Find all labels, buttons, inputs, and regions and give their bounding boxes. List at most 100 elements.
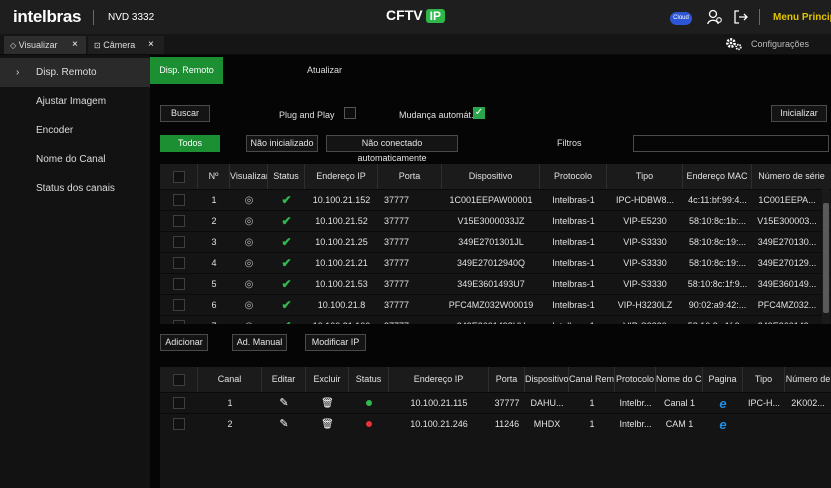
cell-ip: 10.100.21.53	[315, 279, 368, 289]
table-row[interactable]: 6 ◎ ✔ 10.100.21.8 37777 PFC4MZ032W00019 Intelb…	[160, 294, 831, 315]
filter-todos-button[interactable]: Todos	[160, 135, 220, 152]
filter-input[interactable]	[633, 135, 829, 152]
column-header: Dispositivo	[442, 164, 540, 189]
mudanca-checkbox[interactable]: ✓	[473, 107, 485, 119]
cloud-icon[interactable]: Cloud	[670, 12, 692, 25]
table-row[interactable]: 1 ✎ 🗑 10.100.21.115 37777 DAHU... 1 Intelbr... C…	[160, 392, 831, 413]
divider	[759, 9, 760, 25]
select-all-checkbox[interactable]	[173, 171, 185, 183]
cell-tipo: VIP-H3230LZ	[617, 300, 673, 310]
header-checkbox-cell	[160, 367, 198, 392]
column-header: Excluir	[306, 367, 349, 392]
sidebar-item-encoder[interactable]: Encoder	[0, 116, 150, 145]
column-header: Tipo	[607, 164, 683, 189]
column-header: Porta	[489, 367, 525, 392]
eye-icon[interactable]: ◎	[230, 232, 268, 253]
sidebar-item-disp-remoto[interactable]: › Disp. Remoto	[0, 58, 150, 87]
plug-and-play-checkbox[interactable]	[344, 107, 356, 119]
cell-tipo: VIP-S3330	[623, 258, 667, 268]
trash-icon[interactable]: 🗑	[306, 414, 349, 435]
tab-bar: ◇ Visualizar × ⊡ Câmera ×	[0, 34, 831, 54]
filter-nao-conectado-button[interactable]: Não conectado automaticamente	[326, 135, 458, 163]
eye-icon[interactable]: ◎	[230, 253, 268, 274]
select-all-checkbox[interactable]	[173, 374, 185, 386]
row-checkbox[interactable]	[173, 320, 185, 324]
row-checkbox[interactable]	[173, 418, 185, 430]
subtab-atualizar[interactable]: Atualizar	[296, 57, 353, 84]
tab-camera[interactable]: ⊡ Câmera ×	[88, 36, 164, 54]
cell-serie: PFC4MZ032...	[757, 300, 817, 310]
row-checkbox[interactable]	[173, 215, 185, 227]
column-header: Tipo	[743, 367, 785, 392]
cell-mac: 58:10:8c:19:...	[688, 258, 747, 268]
row-checkbox[interactable]	[173, 236, 185, 248]
eye-icon: ◇	[10, 41, 17, 50]
row-checkbox[interactable]	[173, 257, 185, 269]
cell-serie: V15E300003...	[757, 216, 817, 226]
cell-serie: 349E270130...	[757, 237, 817, 247]
logout-icon[interactable]	[733, 9, 749, 25]
sidebar-item-label: Nome do Canal	[36, 154, 106, 165]
cell-mac: 58:10:8c:1b:...	[688, 216, 747, 226]
tab-visualizar[interactable]: ◇ Visualizar ×	[4, 36, 86, 54]
cell-porta: 37777	[384, 300, 410, 310]
filtros-label: Filtros	[557, 138, 582, 148]
cell-porta: 37777	[384, 237, 410, 247]
eye-icon[interactable]: ◎	[230, 295, 268, 316]
table-row[interactable]: 2 ◎ ✔ 10.100.21.52 37777 V15E3000033JZ Intelbr…	[160, 210, 831, 231]
sidebar-item-label: Ajustar Imagem	[36, 96, 107, 107]
sidebar-item-status-dos-canais[interactable]: Status dos canais	[0, 174, 150, 203]
eye-icon[interactable]: ◎	[230, 211, 268, 232]
adicionar-button[interactable]: Adicionar	[160, 334, 208, 351]
added-devices-table: Canal Editar Excluir Status Endereço IP …	[160, 367, 831, 488]
close-icon[interactable]: ×	[148, 36, 154, 54]
sidebar-item-label: Status dos canais	[36, 183, 115, 194]
edit-icon[interactable]: ✎	[262, 393, 306, 414]
subtab-disp-remoto[interactable]: Disp. Remoto	[150, 57, 223, 84]
eye-icon[interactable]: ◎	[230, 274, 268, 295]
row-checkbox[interactable]	[173, 278, 185, 290]
cell-protocolo: Intelbr...	[619, 419, 652, 429]
table-row[interactable]: 2 ✎ 🗑 10.100.21.246 11246 MHDX 1 Intelbr... CAM …	[160, 413, 831, 434]
eye-icon[interactable]: ◎	[230, 316, 268, 324]
main-menu-link[interactable]: Menu Principal	[773, 12, 831, 23]
edit-icon[interactable]: ✎	[262, 414, 306, 435]
config-label[interactable]: Configurações	[751, 39, 809, 49]
ad-manual-button[interactable]: Ad. Manual	[232, 334, 287, 351]
eye-icon[interactable]: ◎	[230, 190, 268, 211]
table-row[interactable]: 5 ◎ ✔ 10.100.21.53 37777 349E3601493U7 Intelbr…	[160, 273, 831, 294]
row-checkbox[interactable]	[173, 299, 185, 311]
column-header: Porta	[378, 164, 442, 189]
cell-porta: 37777	[384, 279, 410, 289]
settings-icon[interactable]	[725, 37, 743, 51]
cell-protocolo: Intelbras-1	[552, 195, 595, 205]
filter-nao-inicializado-button[interactable]: Não inicializado	[246, 135, 318, 152]
modificar-ip-button[interactable]: Modificar IP	[305, 334, 366, 351]
row-checkbox[interactable]	[173, 397, 185, 409]
buscar-button[interactable]: Buscar	[160, 105, 210, 122]
browser-icon[interactable]: e	[703, 414, 743, 435]
table-row[interactable]: 7◎✔10.100.21.10037777349E3601498HVIntelb…	[160, 315, 831, 324]
cell-porta: 37777	[494, 398, 520, 408]
scrollbar-thumb[interactable]	[823, 203, 829, 313]
inicializar-button[interactable]: Inicializar	[771, 105, 827, 122]
browser-icon[interactable]: e	[703, 393, 743, 414]
status-ok-icon: ✔	[281, 256, 292, 270]
table-row[interactable]: 4 ◎ ✔ 10.100.21.21 37777 349E27012940Q Intelbr…	[160, 252, 831, 273]
scrollbar[interactable]	[822, 189, 830, 324]
status-dot-icon	[366, 421, 372, 427]
table-header: Nº Visualizar Status Endereço IP Porta D…	[160, 164, 831, 189]
close-icon[interactable]: ×	[72, 36, 78, 54]
users-icon[interactable]	[707, 8, 723, 26]
trash-icon[interactable]: 🗑	[306, 393, 349, 414]
table-row[interactable]: 3 ◎ ✔ 10.100.21.25 37777 349E2701301JL Intelbr…	[160, 231, 831, 252]
cell-porta: 37777	[384, 195, 410, 205]
sidebar-item-ajustar-imagem[interactable]: Ajustar Imagem	[0, 87, 150, 116]
cell-dispositivo: 349E3601493U7	[457, 279, 525, 289]
row-checkbox[interactable]	[173, 194, 185, 206]
cell-mac: 4c:11:bf:99:4...	[688, 195, 747, 205]
status-dot	[349, 393, 389, 414]
table-header: Canal Editar Excluir Status Endereço IP …	[160, 367, 831, 392]
table-row[interactable]: 1 ◎ ✔ 10.100.21.152 37777 1C001EEPAW00001 Inte…	[160, 189, 831, 210]
sidebar-item-nome-do-canal[interactable]: Nome do Canal	[0, 145, 150, 174]
